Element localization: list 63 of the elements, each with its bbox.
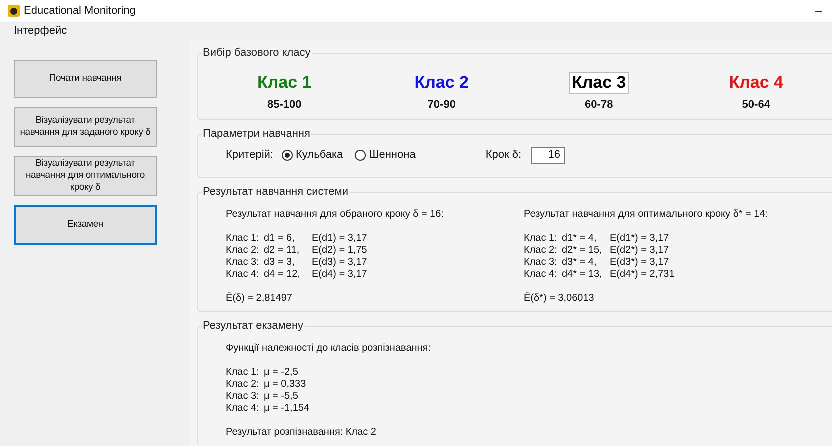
group-title: Параметри навчання <box>202 127 312 141</box>
class-label: Клас 4: <box>226 269 260 281</box>
class-label: Клас 2: <box>226 379 260 391</box>
result-heading: Результат навчання для обраного кроку δ = 16: <box>226 209 445 221</box>
criterion-value: E(d3) = 3,17 <box>312 257 368 269</box>
action-button[interactable]: Візуалізувати результат навчання для заданого кроку δ <box>14 107 157 147</box>
group-title: Вибір базового класу <box>202 46 312 60</box>
criterion-value: E(d4*) = 2,731 <box>610 269 675 281</box>
class-label: Клас 1: <box>226 233 260 245</box>
class-option[interactable]: Клас 3 <box>568 72 630 94</box>
app-icon <box>8 5 20 17</box>
distance-value: d1* = 4, <box>562 233 598 245</box>
menu-item[interactable]: Інтерфейс <box>14 22 68 40</box>
class-range: 70-90 <box>428 98 456 113</box>
distance-value: d4 = 12, <box>264 269 302 281</box>
action-button[interactable]: Почати навчання <box>14 60 157 98</box>
class-option[interactable]: Клас 1 <box>254 72 315 94</box>
class-label: Клас 3: <box>524 257 558 269</box>
step-label: Крок δ: <box>486 148 522 164</box>
group-title: Результат екзамену <box>202 319 305 333</box>
criterion-value: E(d2) = 1,75 <box>312 245 368 257</box>
class-label: Клас 4: <box>226 403 260 415</box>
distance-value: d2 = 11, <box>264 245 301 257</box>
window-title: Educational Monitoring <box>24 4 137 19</box>
criterion-value: E(d1) = 3,17 <box>312 233 368 245</box>
minimize-button[interactable]: – <box>815 2 822 20</box>
class-label: Клас 3: <box>226 257 260 269</box>
membership-value: μ = 0,333 <box>264 379 306 391</box>
class-label: Клас 4: <box>524 269 558 281</box>
class-range: 60-78 <box>585 98 614 113</box>
distance-value: d3* = 4, <box>562 257 598 269</box>
class-label: Клас 3: <box>226 391 260 403</box>
total-value: Ē(δ) = 2,81497 <box>226 293 294 305</box>
class-option[interactable]: Клас 2 <box>412 72 472 94</box>
class-range: 50-64 <box>742 98 770 113</box>
action-button[interactable]: Візуалізувати результат навчання для оптимального кроку δ <box>14 156 157 196</box>
result-heading: Результат навчання для оптимального кроку δ* = 14: <box>524 209 770 221</box>
class-label: Клас 2: <box>226 245 260 257</box>
criterion-label: Критерій: <box>226 148 274 164</box>
criterion-value: E(d1*) = 3,17 <box>610 233 670 245</box>
class-label: Клас 1: <box>524 233 558 245</box>
recognition-result: Результат розпізнавання: Клас 2 <box>226 427 378 439</box>
distance-value: d4* = 13, <box>562 269 604 281</box>
radio-option[interactable]: Шеннона <box>355 147 416 164</box>
membership-value: μ = -5,5 <box>264 391 298 403</box>
group-title: Результат навчання системи <box>202 185 350 199</box>
class-range: 85-100 <box>267 98 302 113</box>
step-field[interactable]: 16 <box>530 147 565 164</box>
criterion-value: E(d3*) = 3,17 <box>610 257 670 269</box>
exam-heading: Функції належності до класів розпізнавання: <box>226 343 432 355</box>
membership-value: μ = -2,5 <box>264 367 298 379</box>
distance-value: d2* = 15, <box>562 245 604 257</box>
class-label: Клас 2: <box>524 245 558 257</box>
distance-value: d3 = 3, <box>264 257 296 269</box>
criterion-value: E(d4) = 3,17 <box>312 269 368 281</box>
total-value: Ē(δ*) = 3,06013 <box>524 293 596 305</box>
membership-value: μ = -1,154 <box>264 403 310 415</box>
radio-option[interactable]: Кульбака <box>282 147 344 164</box>
criterion-value: E(d2*) = 3,17 <box>610 245 670 257</box>
action-button[interactable]: Екзамен <box>14 205 157 245</box>
class-label: Клас 1: <box>226 367 260 379</box>
class-option[interactable]: Клас 4 <box>726 72 786 94</box>
distance-value: d1 = 6, <box>264 233 296 245</box>
